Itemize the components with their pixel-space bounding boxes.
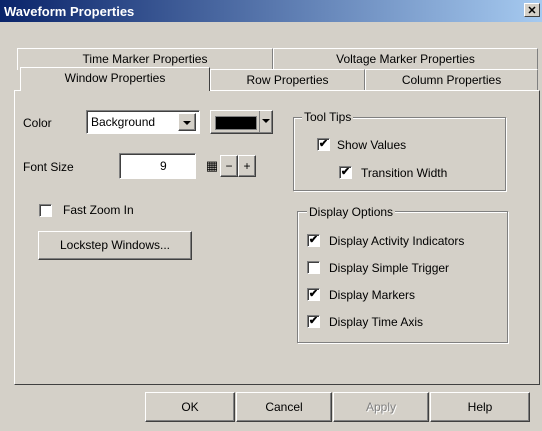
display-simple-trigger-checkbox[interactable] <box>307 261 320 274</box>
ok-label: OK <box>181 400 199 414</box>
apply-button[interactable]: Apply <box>333 392 429 422</box>
ok-button[interactable]: OK <box>145 392 235 422</box>
check-icon: ✔ <box>340 166 351 178</box>
display-activity-indicators-checkbox[interactable]: ✔ <box>307 234 320 247</box>
transition-width-label: Transition Width <box>361 166 448 180</box>
apply-label: Apply <box>365 400 397 414</box>
font-size-decrement-button[interactable]: − <box>220 155 238 177</box>
minus-icon: − <box>225 159 233 173</box>
chevron-down-icon <box>262 119 270 123</box>
color-select-value: Background <box>91 115 156 129</box>
help-label: Help <box>467 400 493 414</box>
color-swatch <box>215 116 257 130</box>
color-swatch-picker[interactable] <box>210 110 273 134</box>
check-icon: ✔ <box>308 234 319 246</box>
close-button[interactable]: ✕ <box>524 3 540 17</box>
tab-voltage-marker-properties[interactable]: Voltage Marker Properties <box>273 48 538 70</box>
tab-label: Column Properties <box>401 73 502 87</box>
plus-icon: + <box>243 159 251 173</box>
cancel-button[interactable]: Cancel <box>236 392 332 422</box>
transition-width-checkbox[interactable]: ✔ <box>339 166 352 179</box>
font-size-increment-button[interactable]: + <box>238 155 256 177</box>
window-title: Waveform Properties <box>4 4 135 19</box>
display-options-title: Display Options <box>307 205 396 219</box>
cancel-label: Cancel <box>265 400 303 414</box>
check-icon: ✔ <box>308 288 319 300</box>
title-bar[interactable]: Waveform Properties ✕ <box>0 0 542 22</box>
display-simple-trigger-label: Display Simple Trigger <box>329 261 450 275</box>
display-markers-checkbox[interactable]: ✔ <box>307 288 320 301</box>
show-values-checkbox[interactable]: ✔ <box>317 138 330 151</box>
tab-window-properties[interactable]: Window Properties <box>20 67 210 91</box>
display-markers-label: Display Markers <box>329 288 416 302</box>
waveform-properties-dialog: Waveform Properties ✕ Time Marker Proper… <box>0 0 542 431</box>
help-button[interactable]: Help <box>430 392 530 422</box>
check-icon: ✔ <box>318 138 329 150</box>
check-icon: ✔ <box>308 315 319 327</box>
display-activity-indicators-label: Display Activity Indicators <box>329 234 465 248</box>
display-time-axis-checkbox[interactable]: ✔ <box>307 315 320 328</box>
tab-label: Time Marker Properties <box>82 52 208 66</box>
color-select[interactable]: Background <box>86 110 200 134</box>
chevron-down-icon <box>183 121 191 125</box>
lockstep-windows-button[interactable]: Lockstep Windows... <box>38 231 192 260</box>
swatch-dropdown[interactable] <box>259 111 272 133</box>
tab-column-properties[interactable]: Column Properties <box>365 69 538 91</box>
color-label: Color <box>23 116 52 130</box>
close-icon: ✕ <box>527 5 537 17</box>
tool-tips-title: Tool Tips <box>302 110 354 124</box>
tab-row-properties[interactable]: Row Properties <box>210 69 365 91</box>
calculator-icon[interactable]: ▦ <box>202 156 222 176</box>
font-size-input[interactable]: 9 <box>119 153 196 179</box>
show-values-label: Show Values <box>337 138 407 152</box>
font-size-label: Font Size <box>23 160 74 174</box>
tab-label: Row Properties <box>246 73 329 87</box>
display-time-axis-label: Display Time Axis <box>329 315 424 329</box>
fast-zoom-label: Fast Zoom In <box>63 203 134 217</box>
fast-zoom-checkbox[interactable] <box>39 204 52 217</box>
font-size-value: 9 <box>160 159 167 173</box>
tab-label: Window Properties <box>64 71 166 85</box>
tab-label: Voltage Marker Properties <box>336 52 475 66</box>
lockstep-windows-label: Lockstep Windows... <box>59 238 171 252</box>
color-select-dropdown-button[interactable] <box>178 113 196 131</box>
